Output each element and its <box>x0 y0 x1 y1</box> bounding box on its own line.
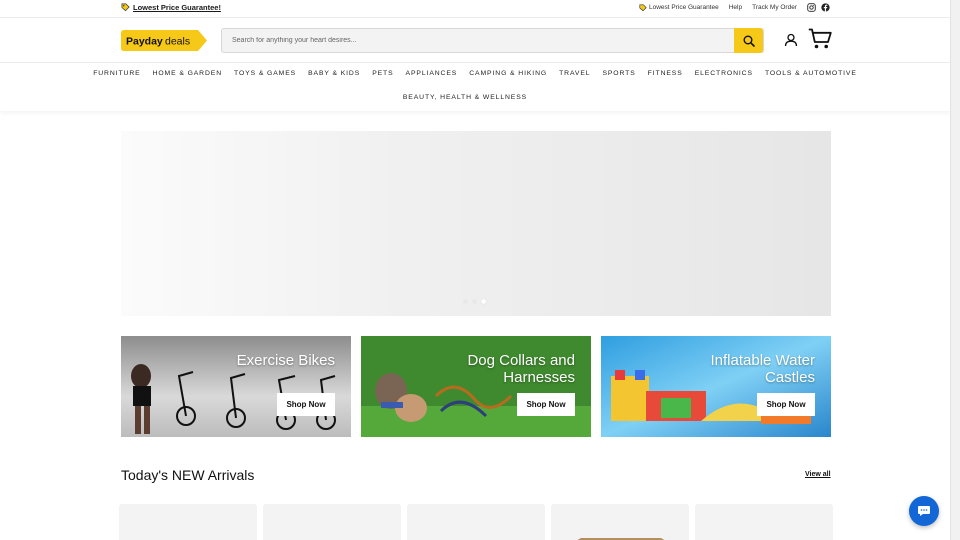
nav-item-toys-games[interactable]: TOYS & GAMES <box>228 70 302 78</box>
page-scrollbar[interactable] <box>950 0 960 540</box>
help-link[interactable]: Help <box>729 4 742 11</box>
product-card[interactable] <box>263 504 401 540</box>
payday-deals-logo[interactable]: Payday deals <box>121 30 207 51</box>
shop-now-button[interactable]: Shop Now <box>757 393 815 416</box>
nav-row-1: FURNITURE HOME & GARDEN TOYS & GAMES BAB… <box>0 70 950 78</box>
product-card[interactable] <box>407 504 545 540</box>
instagram-icon[interactable] <box>807 3 816 12</box>
top-links: Lowest Price Guarantee Help Track My Ord… <box>639 3 830 12</box>
carousel-dots <box>463 299 486 304</box>
carousel-dot[interactable] <box>463 299 468 304</box>
nav-item-home-garden[interactable]: HOME & GARDEN <box>147 70 228 78</box>
promo-link[interactable]: Lowest Price Guarantee! <box>133 3 221 12</box>
nav-item-furniture[interactable]: FURNITURE <box>87 70 146 78</box>
hero-banner[interactable] <box>121 131 831 316</box>
nav-item-appliances[interactable]: APPLIANCES <box>400 70 464 78</box>
product-card[interactable] <box>551 504 689 540</box>
site-header: Payday deals <box>0 17 950 63</box>
svg-text:Payday: Payday <box>126 36 163 48</box>
social-links <box>807 3 830 12</box>
shop-now-button[interactable]: Shop Now <box>517 393 575 416</box>
nav-item-fitness[interactable]: FITNESS <box>642 70 689 78</box>
svg-text:deals: deals <box>165 36 190 48</box>
lowest-price-link[interactable]: Lowest Price Guarantee <box>639 3 719 12</box>
nav-item-tools-automotive[interactable]: TOOLS & AUTOMOTIVE <box>759 70 863 78</box>
top-bar: Lowest Price Guarantee! Lowest Price Gua… <box>0 0 950 17</box>
nav-item-beauty-health-wellness[interactable]: BEAUTY, HEALTH & WELLNESS <box>397 94 533 102</box>
product-card[interactable] <box>119 504 257 540</box>
chat-icon <box>918 506 930 516</box>
lowest-price-promo[interactable]: Lowest Price Guarantee! <box>121 3 221 12</box>
promo-tile-dog-collars[interactable]: Dog Collars and Harnesses Shop Now <box>361 336 591 437</box>
nav-item-baby-kids[interactable]: BABY & KIDS <box>302 70 366 78</box>
tag-icon <box>639 3 647 11</box>
search-bar <box>221 28 764 53</box>
nav-item-electronics[interactable]: ELECTRONICS <box>689 70 759 78</box>
product-image <box>577 538 665 540</box>
tile-title: Exercise Bikes <box>236 352 335 369</box>
nav-item-pets[interactable]: PETS <box>366 70 399 78</box>
tag-icon <box>121 3 130 12</box>
product-card[interactable] <box>695 504 833 540</box>
promo-tile-inflatable-castles[interactable]: Inflatable Water Castles Shop Now <box>601 336 831 437</box>
account-icon[interactable] <box>784 33 798 47</box>
new-arrivals-title: Today's NEW Arrivals <box>121 467 255 483</box>
carousel-dot[interactable] <box>472 299 477 304</box>
shop-now-button[interactable]: Shop Now <box>277 393 335 416</box>
search-input[interactable] <box>222 29 736 52</box>
lowest-price-label: Lowest Price Guarantee <box>648 4 719 11</box>
tile-title: Inflatable Water Castles <box>710 352 816 386</box>
cart-icon[interactable] <box>808 28 832 50</box>
nav-row-2: BEAUTY, HEALTH & WELLNESS <box>0 94 940 102</box>
search-icon <box>743 35 755 47</box>
nav-item-travel[interactable]: TRAVEL <box>553 70 596 78</box>
track-order-link[interactable]: Track My Order <box>752 4 797 11</box>
chat-button[interactable] <box>909 496 939 526</box>
search-button[interactable] <box>734 28 763 53</box>
tile-title: Dog Collars and Harnesses <box>467 352 575 386</box>
view-all-link[interactable]: View all <box>805 471 831 478</box>
carousel-dot-active[interactable] <box>481 299 486 304</box>
facebook-icon[interactable] <box>821 3 830 12</box>
nav-item-sports[interactable]: SPORTS <box>596 70 641 78</box>
category-nav: FURNITURE HOME & GARDEN TOYS & GAMES BAB… <box>0 63 950 111</box>
nav-item-camping-hiking[interactable]: CAMPING & HIKING <box>463 70 553 78</box>
promo-tile-exercise-bikes[interactable]: Exercise Bikes Shop Now <box>121 336 351 437</box>
